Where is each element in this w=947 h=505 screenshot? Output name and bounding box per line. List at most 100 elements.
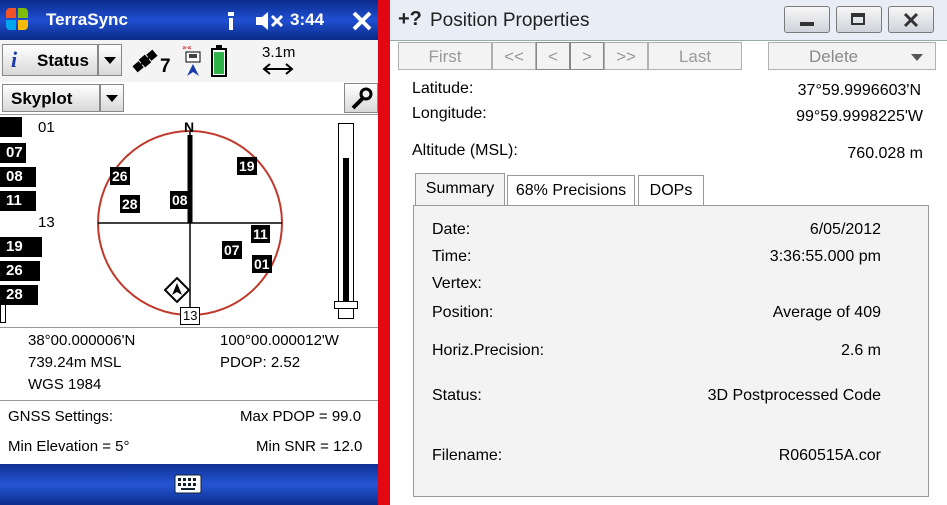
horiz-precision-label: Horiz.Precision: bbox=[432, 342, 545, 359]
skyplot-button[interactable]: Skyplot bbox=[2, 84, 100, 112]
pdop-readout: PDOP: 2.52 bbox=[220, 354, 301, 371]
status-toolbar: i Status 7 »« 3.1m bbox=[0, 40, 380, 83]
properties-tabs: Summary 68% Precisions DOPs bbox=[412, 173, 932, 206]
delete-button-label: Delete bbox=[809, 47, 859, 66]
sv-label: 26 bbox=[0, 261, 40, 281]
sky-sat-28: 28 bbox=[120, 195, 140, 213]
signal-icon[interactable] bbox=[224, 10, 238, 32]
satellite-icon[interactable] bbox=[130, 46, 160, 76]
altitude-label: Altitude (MSL): bbox=[412, 142, 518, 159]
sky-sat-11: 11 bbox=[251, 225, 270, 243]
panel-divider bbox=[378, 0, 390, 505]
tab-68-precisions[interactable]: 68% Precisions bbox=[507, 175, 635, 205]
gnss-settings-label[interactable]: GNSS Settings: bbox=[8, 408, 113, 425]
sv-label: 01 bbox=[38, 119, 55, 136]
skyplot-dropdown-button[interactable] bbox=[100, 84, 124, 112]
battery-icon[interactable] bbox=[210, 44, 228, 78]
range-arrow-icon bbox=[262, 63, 294, 75]
skyplot-area: 01 07 08 11 13 19 26 28 N 19 26 28 08 07… bbox=[0, 115, 380, 327]
maximize-button[interactable] bbox=[836, 6, 882, 33]
first-button[interactable]: First bbox=[398, 42, 492, 70]
close-button[interactable] bbox=[888, 6, 934, 33]
sv-label: 07 bbox=[0, 143, 26, 163]
sv-label: 11 bbox=[0, 191, 36, 211]
tab-dops[interactable]: DOPs bbox=[638, 175, 704, 205]
status-button[interactable]: i Status bbox=[2, 44, 98, 76]
snr-slider-handle[interactable] bbox=[334, 301, 358, 309]
sky-sat-07: 07 bbox=[222, 241, 242, 259]
latitude-readout: 38°00.000006'N bbox=[28, 332, 136, 349]
tab-summary[interactable]: Summary bbox=[415, 173, 505, 206]
position-marker-icon bbox=[164, 277, 190, 303]
windows-start-icon[interactable] bbox=[6, 8, 30, 32]
vertex-label: Vertex: bbox=[432, 275, 482, 292]
sv-label: 13 bbox=[38, 214, 55, 231]
wrench-icon bbox=[351, 87, 373, 110]
chevron-down-icon bbox=[106, 95, 118, 102]
next-page-button[interactable]: >> bbox=[604, 42, 648, 70]
close-icon bbox=[903, 12, 919, 28]
close-icon[interactable] bbox=[350, 9, 374, 33]
altitude-value: 760.028 m bbox=[847, 145, 923, 162]
prev-button[interactable]: < bbox=[536, 42, 570, 70]
window-title: Position Properties bbox=[430, 10, 590, 31]
sky-sat-08: 08 bbox=[170, 191, 190, 209]
datum-readout: WGS 1984 bbox=[28, 376, 102, 393]
view-toolbar: Skyplot bbox=[0, 82, 380, 115]
sky-sat-26: 26 bbox=[110, 167, 130, 185]
svg-text:»«: »« bbox=[182, 43, 192, 52]
window-title-bar: +? Position Properties bbox=[390, 0, 947, 41]
prev-page-button[interactable]: << bbox=[492, 42, 536, 70]
delete-button[interactable]: Delete bbox=[768, 42, 936, 70]
longitude-value: 99°59.9998225'W bbox=[796, 108, 923, 125]
snr-meter-fill bbox=[343, 158, 349, 308]
snr-meter bbox=[338, 123, 354, 319]
sv-label: 19 bbox=[0, 237, 42, 257]
satellite-count: 7 bbox=[160, 56, 171, 77]
date-value: 6/05/2012 bbox=[809, 221, 881, 238]
help-icon[interactable]: +? bbox=[398, 8, 422, 31]
gps-receiver-icon[interactable]: »« bbox=[178, 42, 208, 78]
latitude-value: 37°59.9996603'N bbox=[797, 82, 921, 99]
clock[interactable]: 3:44 bbox=[290, 10, 324, 30]
chevron-down-icon bbox=[911, 54, 923, 61]
status-dropdown-button[interactable] bbox=[98, 44, 122, 76]
min-elevation-setting[interactable]: Min Elevation = 5° bbox=[8, 438, 129, 455]
info-icon: i bbox=[11, 47, 18, 72]
title-bar: TerraSync 3:44 bbox=[0, 0, 380, 40]
sky-sat-01: 01 bbox=[252, 255, 272, 273]
record-navigation: First << < > >> Last Delete bbox=[396, 42, 936, 72]
keyboard-icon[interactable] bbox=[174, 474, 202, 494]
chevron-down-icon bbox=[104, 57, 116, 64]
filename-value: R060515A.cor bbox=[778, 447, 881, 464]
latitude-label: Latitude: bbox=[412, 80, 474, 97]
next-button[interactable]: > bbox=[570, 42, 604, 70]
longitude-label: Longitude: bbox=[412, 105, 487, 122]
maximize-icon bbox=[851, 13, 865, 25]
last-button[interactable]: Last bbox=[648, 42, 742, 70]
soft-keyboard-bar bbox=[0, 464, 380, 505]
min-snr-setting[interactable]: Min SNR = 12.0 bbox=[256, 438, 362, 455]
sv-label: 08 bbox=[0, 167, 36, 187]
status-value: 3D Postprocessed Code bbox=[707, 387, 881, 404]
app-title: TerraSync bbox=[46, 10, 128, 29]
settings-wrench-button[interactable] bbox=[344, 83, 378, 113]
sv-bar-01 bbox=[0, 117, 22, 137]
sky-sat-13: 13 bbox=[180, 307, 201, 325]
time-value: 3:36:55.000 pm bbox=[769, 248, 881, 265]
altitude-readout: 739.24m MSL bbox=[28, 354, 122, 371]
filename-label: Filename: bbox=[432, 447, 503, 464]
sv-scale-bracket bbox=[0, 305, 6, 323]
time-label: Time: bbox=[432, 248, 472, 265]
longitude-readout: 100°00.000012'W bbox=[220, 332, 339, 349]
minimize-button[interactable] bbox=[784, 6, 830, 33]
volume-muted-icon[interactable] bbox=[254, 10, 288, 32]
range-value: 3.1m bbox=[262, 44, 296, 61]
north-label: N bbox=[184, 119, 195, 135]
position-label: Position: bbox=[432, 304, 494, 321]
horiz-precision-value: 2.6 m bbox=[840, 342, 881, 359]
sv-label: 28 bbox=[0, 285, 38, 305]
skyplot-chart[interactable] bbox=[90, 123, 290, 323]
max-pdop-setting[interactable]: Max PDOP = 99.0 bbox=[240, 408, 361, 425]
divider bbox=[0, 400, 380, 401]
